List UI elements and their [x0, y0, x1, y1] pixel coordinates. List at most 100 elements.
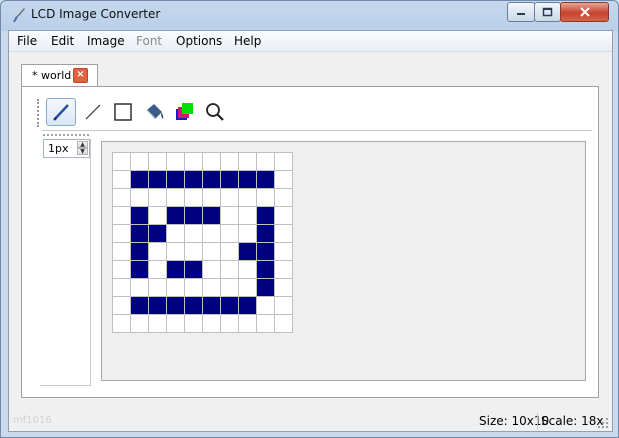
pixel-cell[interactable]	[239, 225, 257, 243]
pixel-cell[interactable]	[113, 153, 131, 171]
pixel-cell[interactable]	[149, 261, 167, 279]
spin-down-icon[interactable]: ▼	[77, 148, 88, 155]
pixel-cell[interactable]	[257, 297, 275, 315]
pixel-cell[interactable]	[149, 243, 167, 261]
pixel-cell[interactable]	[113, 207, 131, 225]
pixel-cell[interactable]	[167, 225, 185, 243]
pixel-cell[interactable]	[149, 225, 167, 243]
pixel-cell[interactable]	[275, 171, 293, 189]
tab-close-icon[interactable]: ×	[73, 68, 88, 83]
pixel-cell[interactable]	[203, 189, 221, 207]
pixel-cell[interactable]	[221, 279, 239, 297]
pixel-cell[interactable]	[221, 315, 239, 333]
pixel-cell[interactable]	[239, 261, 257, 279]
pixel-cell[interactable]	[203, 207, 221, 225]
pixel-cell[interactable]	[131, 207, 149, 225]
zoom-tool-button[interactable]	[200, 98, 230, 126]
rectangle-tool-button[interactable]	[108, 98, 138, 126]
pixel-cell[interactable]	[167, 297, 185, 315]
menu-edit[interactable]: Edit	[51, 34, 74, 48]
pixel-cell[interactable]	[221, 243, 239, 261]
pixel-cell[interactable]	[239, 207, 257, 225]
menu-help[interactable]: Help	[234, 34, 261, 48]
pixel-cell[interactable]	[221, 297, 239, 315]
pixel-cell[interactable]	[113, 171, 131, 189]
pixel-cell[interactable]	[203, 243, 221, 261]
pixel-cell[interactable]	[275, 297, 293, 315]
pixel-cell[interactable]	[131, 171, 149, 189]
pixel-cell[interactable]	[239, 297, 257, 315]
pixel-grid[interactable]	[112, 152, 293, 333]
pixel-cell[interactable]	[257, 153, 275, 171]
pixel-cell[interactable]	[221, 171, 239, 189]
pixel-cell[interactable]	[113, 225, 131, 243]
pixel-cell[interactable]	[131, 279, 149, 297]
pixel-cell[interactable]	[167, 207, 185, 225]
pixel-cell[interactable]	[239, 315, 257, 333]
pixel-cell[interactable]	[239, 153, 257, 171]
pixel-cell[interactable]	[131, 189, 149, 207]
pixel-cell[interactable]	[113, 243, 131, 261]
pen-size-spinbox[interactable]: 1px ▲ ▼	[43, 139, 90, 158]
pixel-cell[interactable]	[257, 315, 275, 333]
pixel-cell[interactable]	[257, 261, 275, 279]
pixel-cell[interactable]	[203, 315, 221, 333]
pixel-cell[interactable]	[185, 261, 203, 279]
pixel-cell[interactable]	[257, 225, 275, 243]
pixel-cell[interactable]	[203, 261, 221, 279]
pixel-cell[interactable]	[239, 279, 257, 297]
resize-grip-icon[interactable]	[597, 417, 609, 429]
title-bar[interactable]: LCD Image Converter	[1, 1, 618, 29]
pixel-cell[interactable]	[131, 315, 149, 333]
pixel-cell[interactable]	[131, 153, 149, 171]
pixel-cell[interactable]	[149, 207, 167, 225]
pixel-cell[interactable]	[167, 315, 185, 333]
pixel-cell[interactable]	[203, 297, 221, 315]
pixel-cell[interactable]	[275, 315, 293, 333]
pixel-cell[interactable]	[221, 225, 239, 243]
pixel-cell[interactable]	[239, 243, 257, 261]
pixel-cell[interactable]	[149, 153, 167, 171]
pixel-cell[interactable]	[257, 189, 275, 207]
pixel-cell[interactable]	[257, 207, 275, 225]
pixel-cell[interactable]	[185, 243, 203, 261]
image-canvas-area[interactable]	[101, 141, 586, 381]
spin-up-icon[interactable]: ▲	[77, 141, 88, 148]
pixel-cell[interactable]	[257, 279, 275, 297]
pixel-cell[interactable]	[113, 279, 131, 297]
pixel-cell[interactable]	[149, 297, 167, 315]
menu-font[interactable]: Font	[136, 34, 162, 48]
pixel-cell[interactable]	[185, 189, 203, 207]
pixel-cell[interactable]	[203, 279, 221, 297]
pixel-cell[interactable]	[149, 171, 167, 189]
pixel-cell[interactable]	[239, 189, 257, 207]
pixel-cell[interactable]	[275, 153, 293, 171]
pixel-cell[interactable]	[203, 225, 221, 243]
tab-world[interactable]: * world ×	[21, 64, 98, 87]
menu-image[interactable]: Image	[87, 34, 125, 48]
maximize-button[interactable]	[534, 2, 561, 22]
pixel-cell[interactable]	[167, 243, 185, 261]
pixel-cell[interactable]	[275, 189, 293, 207]
pen-tool-button[interactable]	[46, 98, 76, 126]
pixel-cell[interactable]	[113, 297, 131, 315]
pixel-cell[interactable]	[149, 315, 167, 333]
pixel-cell[interactable]	[203, 153, 221, 171]
pixel-cell[interactable]	[131, 261, 149, 279]
pixel-cell[interactable]	[203, 171, 221, 189]
pixel-cell[interactable]	[167, 153, 185, 171]
pixel-cell[interactable]	[131, 243, 149, 261]
side-toolbar-grip[interactable]	[43, 134, 89, 138]
pixel-cell[interactable]	[257, 243, 275, 261]
menu-options[interactable]: Options	[176, 34, 222, 48]
pixel-cell[interactable]	[131, 225, 149, 243]
pixel-cell[interactable]	[167, 189, 185, 207]
pixel-cell[interactable]	[221, 207, 239, 225]
pixel-cell[interactable]	[221, 189, 239, 207]
pixel-cell[interactable]	[275, 279, 293, 297]
pixel-cell[interactable]	[149, 189, 167, 207]
pixel-cell[interactable]	[167, 279, 185, 297]
pixel-cell[interactable]	[239, 171, 257, 189]
pixel-cell[interactable]	[149, 279, 167, 297]
pixel-cell[interactable]	[185, 225, 203, 243]
